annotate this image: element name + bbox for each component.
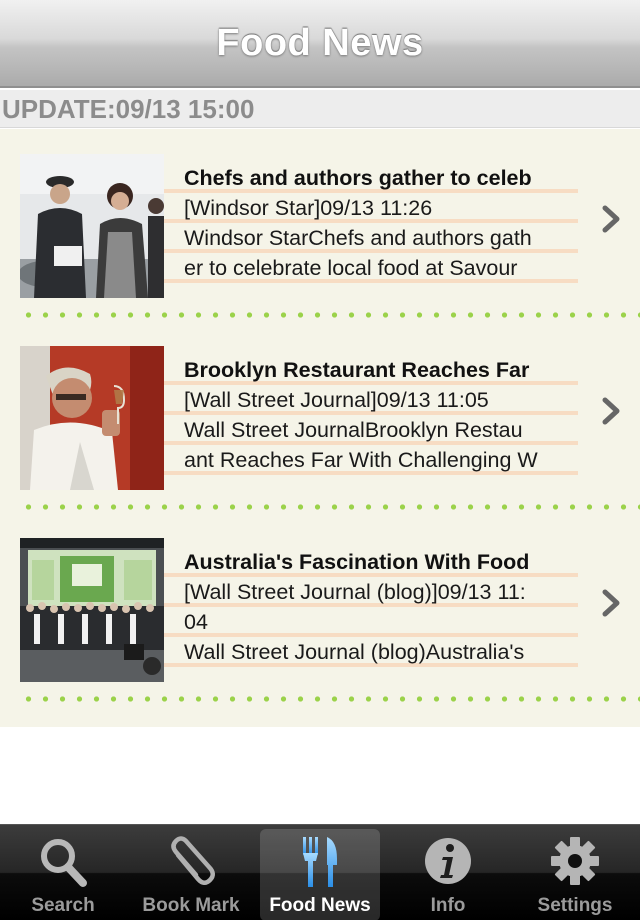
fork-knife-icon bbox=[303, 837, 337, 887]
tab-bar: Search Book Mark Food News Info Settings bbox=[0, 824, 640, 920]
news-list: Chefs and authors gather to celeb [Winds… bbox=[0, 129, 640, 727]
update-bar: UPDATE:09/13 15:00 bbox=[0, 90, 640, 128]
navigation-bar: Food News bbox=[0, 0, 640, 88]
news-title: Chefs and authors gather to celeb bbox=[184, 166, 532, 190]
chevron-right-icon[interactable] bbox=[600, 203, 624, 235]
news-title: Australia's Fascination With Food bbox=[184, 550, 530, 574]
news-text: Chefs and authors gather to celeb [Winds… bbox=[164, 163, 578, 287]
news-thumbnail bbox=[20, 538, 164, 682]
paperclip-icon bbox=[171, 836, 215, 885]
gear-icon bbox=[551, 837, 599, 885]
tab-label: Book Mark bbox=[142, 895, 240, 916]
tab-food-news[interactable]: Food News bbox=[260, 829, 380, 920]
news-summary: Wall Street JournalBrooklyn Restau bbox=[184, 418, 523, 442]
photo-man-with-wine-glass bbox=[20, 346, 164, 490]
dotted-separator bbox=[20, 504, 640, 510]
news-item[interactable]: Australia's Fascination With Food [Wall … bbox=[0, 513, 640, 705]
news-thumbnail bbox=[20, 346, 164, 490]
news-source-time: [Wall Street Journal (blog)]09/13 11: bbox=[184, 580, 526, 604]
news-summary: er to celebrate local food at Savour bbox=[184, 256, 518, 280]
news-summary: ant Reaches Far With Challenging W bbox=[184, 448, 538, 472]
news-title: Brooklyn Restaurant Reaches Far bbox=[184, 358, 530, 382]
tab-info[interactable]: Info bbox=[388, 829, 508, 920]
search-icon bbox=[41, 839, 87, 887]
tab-search[interactable]: Search bbox=[3, 829, 123, 920]
tab-bookmark[interactable]: Book Mark bbox=[131, 829, 251, 920]
news-text: Australia's Fascination With Food [Wall … bbox=[164, 547, 578, 671]
chevron-right-icon[interactable] bbox=[600, 395, 624, 427]
page-title: Food News bbox=[216, 21, 424, 64]
tab-label: Settings bbox=[537, 895, 613, 916]
update-timestamp: UPDATE:09/13 15:00 bbox=[2, 94, 255, 124]
tab-label: Search bbox=[31, 895, 95, 916]
news-summary: Wall Street Journal (blog)Australia's bbox=[184, 640, 525, 664]
news-source-time: [Wall Street Journal]09/13 11:05 bbox=[184, 388, 489, 412]
news-text: Brooklyn Restaurant Reaches Far [Wall St… bbox=[164, 355, 578, 479]
news-summary: Windsor StarChefs and authors gath bbox=[184, 226, 532, 250]
tab-label: Food News bbox=[269, 895, 371, 916]
info-icon bbox=[425, 838, 471, 884]
dotted-separator bbox=[20, 696, 640, 702]
tab-label: Info bbox=[430, 895, 466, 916]
photo-chef-with-woman bbox=[20, 154, 164, 298]
news-source-time: [Windsor Star]09/13 11:26 bbox=[184, 196, 433, 220]
chevron-right-icon[interactable] bbox=[600, 587, 624, 619]
news-source-time: 04 bbox=[184, 610, 208, 634]
dotted-separator bbox=[20, 312, 640, 318]
news-item[interactable]: Brooklyn Restaurant Reaches Far [Wall St… bbox=[0, 321, 640, 513]
photo-crowd-on-stage bbox=[20, 538, 164, 682]
tab-settings[interactable]: Settings bbox=[515, 829, 635, 920]
news-thumbnail bbox=[20, 154, 164, 298]
news-item[interactable]: Chefs and authors gather to celeb [Winds… bbox=[0, 129, 640, 321]
